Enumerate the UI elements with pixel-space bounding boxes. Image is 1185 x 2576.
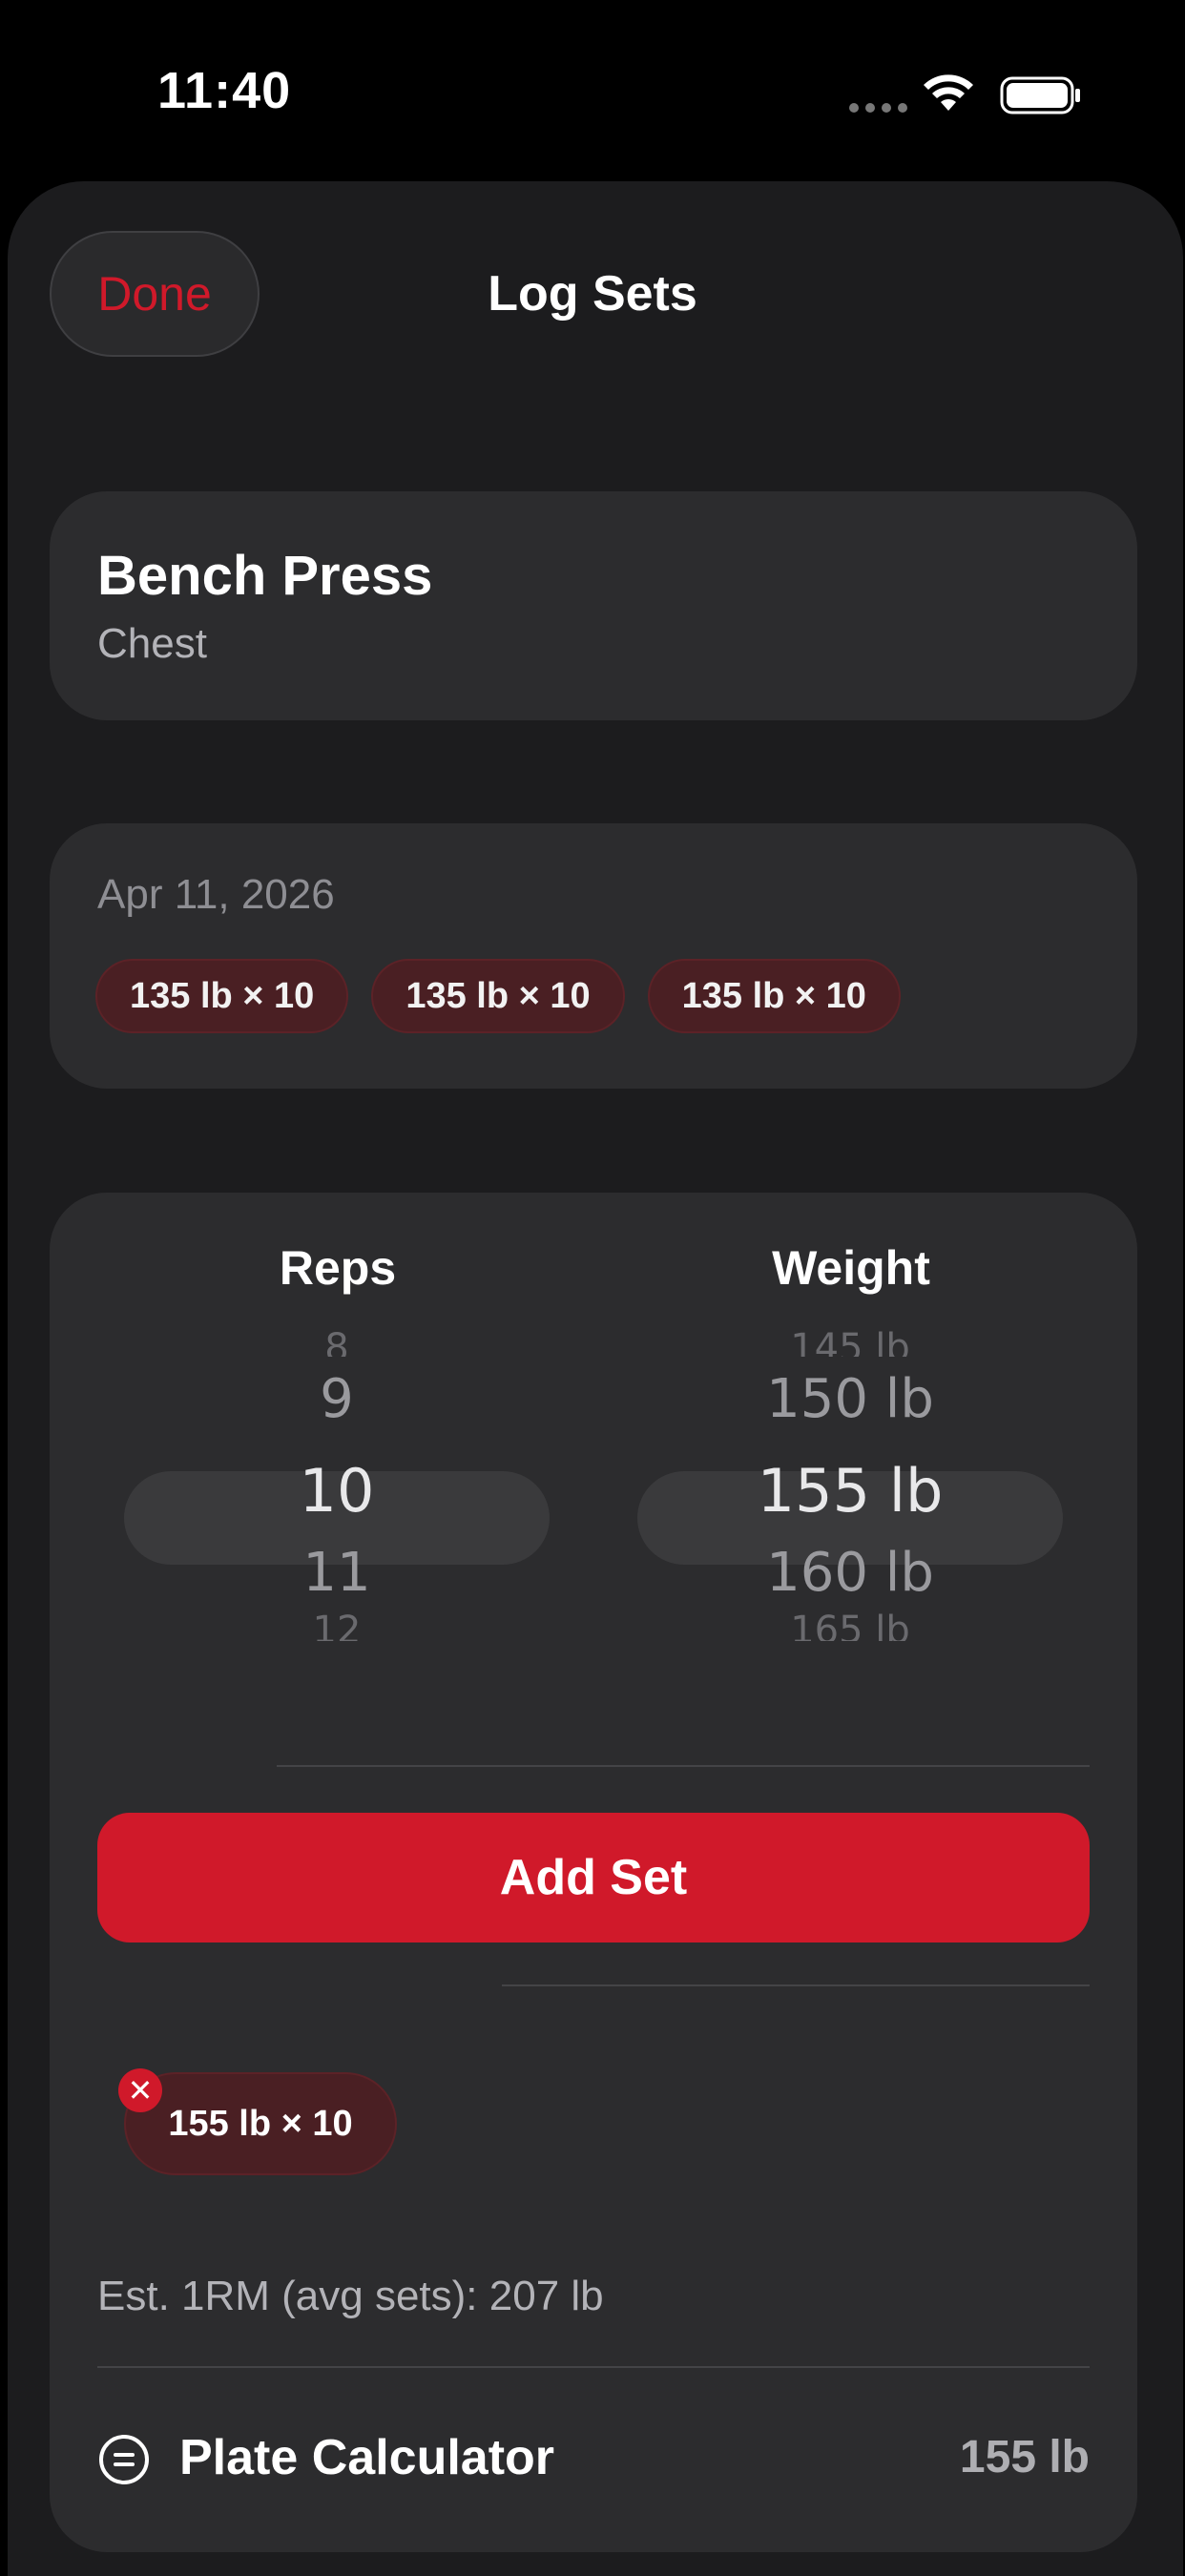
remove-set-icon[interactable]: ✕ bbox=[118, 2068, 162, 2112]
reps-option[interactable]: 12 bbox=[124, 1609, 550, 1641]
previous-session-card: Apr 11, 2026 135 lb × 10 135 lb × 10 135… bbox=[50, 823, 1137, 1089]
battery-icon bbox=[1000, 76, 1080, 114]
log-set-card: Reps Weight 8 9 10 11 12 145 lb 150 lb 1… bbox=[50, 1193, 1137, 2552]
plate-calculator-value: 155 lb bbox=[959, 2432, 1090, 2483]
plate-calculator-row[interactable]: Plate Calculator 155 lb bbox=[97, 2414, 1090, 2509]
wifi-icon bbox=[924, 74, 973, 111]
weight-option[interactable]: 160 lb bbox=[637, 1542, 1063, 1604]
reps-label: Reps bbox=[279, 1241, 397, 1295]
weight-selected[interactable]: 155 lb bbox=[637, 1456, 1063, 1526]
current-set-chip[interactable]: 155 lb × 10 bbox=[124, 2072, 397, 2175]
weight-option[interactable]: 145 lb bbox=[637, 1326, 1063, 1357]
previous-set-chip: 135 lb × 10 bbox=[371, 959, 625, 1033]
reps-picker[interactable]: 8 9 10 11 12 bbox=[124, 1326, 550, 1651]
status-bar: 11:40 bbox=[0, 0, 1185, 181]
reps-selected[interactable]: 10 bbox=[124, 1456, 550, 1526]
divider bbox=[277, 1765, 1090, 1767]
reps-option[interactable]: 9 bbox=[124, 1368, 550, 1430]
page-title: Log Sets bbox=[488, 266, 697, 322]
weight-picker[interactable]: 145 lb 150 lb 155 lb 160 lb 165 lb bbox=[637, 1326, 1063, 1651]
cellular-signal-icon bbox=[849, 103, 907, 113]
previous-set-chip: 135 lb × 10 bbox=[647, 959, 901, 1033]
exercise-card: Bench Press Chest bbox=[50, 491, 1137, 720]
previous-sets-list: 135 lb × 10 135 lb × 10 135 lb × 10 bbox=[95, 959, 901, 1033]
add-set-button[interactable]: Add Set bbox=[97, 1813, 1090, 1942]
session-date: Apr 11, 2026 bbox=[97, 871, 335, 918]
weight-option[interactable]: 150 lb bbox=[637, 1368, 1063, 1430]
plate-calculator-icon bbox=[99, 2435, 149, 2484]
exercise-name: Bench Press bbox=[97, 545, 433, 607]
reps-option[interactable]: 8 bbox=[124, 1326, 550, 1357]
divider bbox=[97, 2366, 1090, 2368]
weight-label: Weight bbox=[772, 1241, 930, 1295]
estimated-1rm: Est. 1RM (avg sets): 207 lb bbox=[97, 2273, 604, 2319]
clock: 11:40 bbox=[157, 62, 292, 119]
plate-calculator-label: Plate Calculator bbox=[179, 2430, 555, 2485]
previous-set-chip: 135 lb × 10 bbox=[95, 959, 349, 1033]
weight-option[interactable]: 165 lb bbox=[637, 1609, 1063, 1641]
muscle-group: Chest bbox=[97, 620, 207, 667]
divider bbox=[502, 1984, 1090, 1986]
reps-option[interactable]: 11 bbox=[124, 1542, 550, 1604]
